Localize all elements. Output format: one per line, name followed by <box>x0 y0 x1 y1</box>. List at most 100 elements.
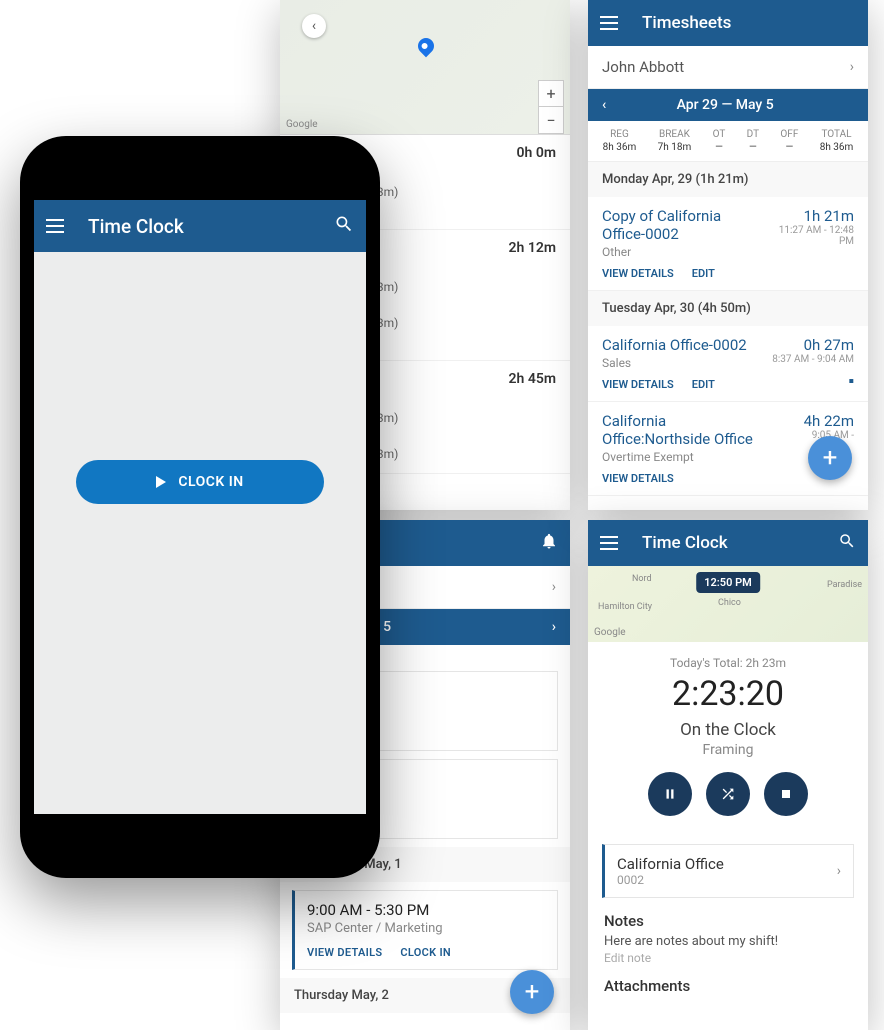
entry-name: California Office-0002 <box>602 336 747 354</box>
date-nav: ‹ Apr 29 — May 5 <box>588 89 868 121</box>
activity-duration: 2h 12m <box>509 240 556 256</box>
map-city-label: Hamilton City <box>598 602 652 612</box>
total-label: Today's Total: 2h 23m <box>604 656 852 670</box>
map-pin-icon <box>418 38 434 54</box>
switch-button[interactable] <box>706 772 750 816</box>
location-code: 0002 <box>617 873 724 887</box>
col-value: — <box>747 142 759 153</box>
entry-duration: 1h 21m <box>762 207 855 225</box>
phone-mockup: Time Clock CLOCK IN <box>20 136 380 878</box>
edit-button[interactable]: EDIT <box>692 378 715 391</box>
attachments-heading: Attachments <box>588 965 868 995</box>
day-header: Monday Apr, 29 (1h 21m) <box>588 162 868 197</box>
card-time: 9:00 AM - 5:30 PM <box>307 901 545 919</box>
timeclock-appbar: Time Clock <box>34 200 366 252</box>
location-name: California Office <box>617 855 724 873</box>
chevron-right-icon: › <box>837 863 841 879</box>
pause-button[interactable] <box>648 772 692 816</box>
chevron-right-icon: › <box>552 619 556 635</box>
map-attribution: Google <box>594 627 626 638</box>
elapsed-time: 2:23:20 <box>604 674 852 714</box>
job-label: Framing <box>604 742 852 758</box>
notes-text: Here are notes about my shift! <box>604 934 852 949</box>
add-fab-button[interactable]: + <box>510 970 554 1014</box>
timesheets-appbar: Timesheets <box>588 0 868 46</box>
entry-name: California Office:Northside Office <box>602 412 762 448</box>
date-range-label: Apr 29 — May 5 <box>677 97 774 113</box>
location-card[interactable]: California Office 0002 › <box>602 844 854 898</box>
chevron-right-icon: › <box>552 579 556 595</box>
add-fab-button[interactable]: + <box>808 436 852 480</box>
entry-timerange: 8:37 AM - 9:04 AM <box>772 354 854 365</box>
menu-icon[interactable] <box>46 215 68 237</box>
view-details-button[interactable]: VIEW DETAILS <box>307 946 382 959</box>
timeclock-screen: Time Clock CLOCK IN <box>34 200 366 814</box>
summary-col: BREAK 7h 18m <box>658 129 692 153</box>
view-details-button[interactable]: VIEW DETAILS <box>602 267 674 280</box>
card-subtitle: SAP Center / Marketing <box>307 921 545 936</box>
summary-col: OFF — <box>780 129 798 153</box>
clock-status: On the Clock <box>604 720 852 740</box>
clock-in-button[interactable]: CLOCK IN <box>400 946 451 959</box>
person-name: John Abbott <box>602 58 684 76</box>
chevron-right-icon: › <box>850 59 854 75</box>
entry-name: Copy of California Office-0002 <box>602 207 762 243</box>
summary-col: OT — <box>713 129 726 153</box>
col-value: — <box>780 142 798 153</box>
search-icon[interactable] <box>334 214 354 239</box>
col-label: BREAK <box>659 129 690 140</box>
timesheets-screen: Timesheets John Abbott › ‹ Apr 29 — May … <box>588 0 868 510</box>
map-panel[interactable]: 12:50 PM Google Nord Hamilton City Chico… <box>588 566 868 642</box>
col-label: REG <box>610 129 629 140</box>
menu-icon[interactable] <box>600 12 622 34</box>
col-label: OT <box>713 129 726 140</box>
person-selector[interactable]: John Abbott › <box>588 46 868 89</box>
entry-category: Overtime Exempt <box>602 450 762 464</box>
edit-button[interactable]: EDIT <box>692 267 715 280</box>
clock-in-label: CLOCK IN <box>178 474 243 490</box>
map-city-label: Chico <box>718 598 741 608</box>
view-details-button[interactable]: VIEW DETAILS <box>602 472 674 485</box>
prev-week-button[interactable]: ‹ <box>602 97 606 113</box>
activity-duration: 0h 0m <box>517 145 556 161</box>
schedule-card[interactable]: 9:00 AM - 5:30 PM SAP Center / Marketing… <box>292 890 558 970</box>
zoom-in-button[interactable]: + <box>539 81 563 107</box>
col-value: 8h 36m <box>603 142 637 153</box>
timesheet-entry[interactable]: California Office-0002 Sales 0h 27m 8:37… <box>588 326 868 402</box>
entry-duration: 0h 27m <box>772 336 854 354</box>
col-value: — <box>713 142 726 153</box>
entry-category: Sales <box>602 356 747 370</box>
map-city-label: Paradise <box>827 580 862 590</box>
edit-note-button[interactable]: Edit note <box>604 951 852 965</box>
map-zoom: + − <box>538 80 564 134</box>
zoom-out-button[interactable]: − <box>539 107 563 133</box>
timesheet-entry[interactable]: Copy of California Office-0002 Other 1h … <box>588 197 868 291</box>
summary-col: REG 8h 36m <box>603 129 637 153</box>
timesheets-title: Timesheets <box>642 13 731 33</box>
summary-row: REG 8h 36m BREAK 7h 18m OT — DT — OFF — TOTAL8h 36… <box>588 121 868 162</box>
map-panel[interactable]: ‹ + − Google <box>280 0 570 135</box>
col-value: 7h 18m <box>658 142 692 153</box>
map-attribution: Google <box>286 119 318 130</box>
timeclock-running-screen: Time Clock 12:50 PM Google Nord Hamilton… <box>588 520 868 1030</box>
entry-timerange: 11:27 AM - 12:48 PM <box>762 225 855 247</box>
summary-col: TOTAL8h 36m <box>820 129 854 153</box>
clock-in-button[interactable]: CLOCK IN <box>76 460 324 504</box>
col-value: 8h 36m <box>820 142 854 153</box>
notes-heading: Notes <box>604 912 852 930</box>
bell-icon[interactable] <box>540 532 558 555</box>
time-badge: 12:50 PM <box>696 572 760 593</box>
view-details-button[interactable]: VIEW DETAILS <box>602 378 674 391</box>
summary-col: DT — <box>747 129 759 153</box>
map-back-button[interactable]: ‹ <box>302 14 326 38</box>
timeclock-appbar: Time Clock <box>588 520 868 566</box>
comment-icon[interactable]: ▪ <box>848 371 854 391</box>
stop-button[interactable] <box>764 772 808 816</box>
app-title: Time Clock <box>88 215 184 238</box>
activity-duration: 2h 45m <box>509 371 556 387</box>
col-label: DT <box>747 129 759 140</box>
search-icon[interactable] <box>838 532 856 555</box>
entry-category: Other <box>602 245 762 259</box>
menu-icon[interactable] <box>600 532 622 554</box>
col-label: OFF <box>780 129 798 140</box>
